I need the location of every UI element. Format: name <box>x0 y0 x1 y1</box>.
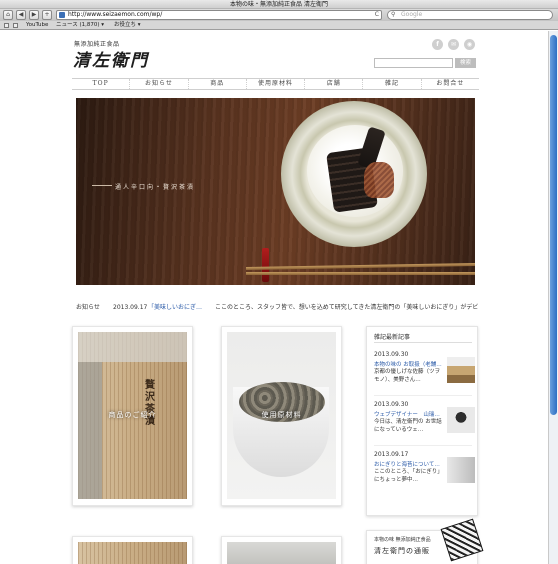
post-excerpt: ここのところ、「おにぎり」にちょっと夢中… <box>374 469 443 483</box>
post-date: 2013.09.30 <box>374 351 409 358</box>
site-search-input[interactable] <box>374 58 453 68</box>
ingredients-card-label: 使用原材料 <box>261 411 302 419</box>
divider <box>374 445 472 446</box>
card-partial-image <box>227 542 336 564</box>
hero-caption-rule <box>92 185 112 186</box>
post-link[interactable]: 本物の味の お取扱（老舗… <box>374 360 442 368</box>
card-partial[interactable] <box>72 536 193 564</box>
bookmarks-book-icon[interactable] <box>4 23 9 28</box>
add-bookmark-button[interactable]: + <box>42 10 52 20</box>
address-url[interactable]: http://www.seizaemon.com/wp/ <box>68 11 162 19</box>
nav-ingredients[interactable]: 使用原材料 <box>247 79 306 89</box>
browser-toolbar: ⌂ ◀ ▶ + http://www.seizaemon.com/wp/ C ⚲… <box>0 9 558 21</box>
products-card-label: 商品のご紹介 <box>108 411 157 419</box>
nav-products[interactable]: 商品 <box>189 79 247 89</box>
reload-button[interactable]: C <box>375 11 379 19</box>
post-thumbnail[interactable] <box>447 457 475 483</box>
hero-caption: 通人辛口向・贅沢茶漬 <box>115 184 196 191</box>
nav-top[interactable]: TOP <box>72 79 131 89</box>
hero-image[interactable]: 通人辛口向・贅沢茶漬 <box>76 98 475 285</box>
post-link[interactable]: おにぎりと海苔について… <box>374 460 442 468</box>
banner-title: 清左衛門の通販 <box>374 547 430 555</box>
bookmark-useful[interactable]: お役立ち ▾ <box>114 21 141 30</box>
post-date: 2013.09.17 <box>374 451 409 458</box>
logo-name: 清左衛門 <box>73 51 149 71</box>
bookmark-news[interactable]: ニュース (1,870) ▾ <box>56 21 104 30</box>
news-date: 2013.09.17 <box>113 304 148 311</box>
news-ticker: お知らせ 2013.09.17 「美味しいおにぎ… ここのところ、スタッフ皆で、… <box>76 303 478 313</box>
ingredients-card[interactable]: 使用原材料 <box>221 326 342 506</box>
chopstick-image <box>246 272 475 275</box>
rss-icon[interactable]: ◉ <box>464 39 475 50</box>
post-entry[interactable]: 2013.09.30 本物の味の お取扱（老舗… 京都の優しげな佐藤（ツヲモノ）… <box>374 351 475 391</box>
post-date: 2013.09.30 <box>374 401 409 408</box>
search-icon: ⚲ <box>391 11 396 18</box>
back-button[interactable]: ◀ <box>16 10 26 20</box>
news-title-link[interactable]: 「美味しいおにぎ… <box>148 303 202 313</box>
nav-blog[interactable]: 雑記 <box>363 79 422 89</box>
product-box-image: 贅沢茶漬 商品のご紹介 <box>78 332 187 499</box>
page-viewport: 無添加純正食品 清左衛門 f ✉ ◉ 検索 TOP お知らせ 商品 使用原材料 … <box>0 31 548 564</box>
nav-news[interactable]: お知らせ <box>130 79 189 89</box>
site-search-button[interactable]: 検索 <box>455 58 476 68</box>
divider <box>374 395 472 396</box>
home-icon[interactable]: ⌂ <box>3 10 13 20</box>
online-shop-banner[interactable]: 本物の味 無添加純正食品 清左衛門の通販 <box>366 518 484 564</box>
news-body: ここのところ、スタッフ皆で、想いを込めて研究してきた清左衛門の「美味しいおにぎり… <box>215 304 478 311</box>
browser-search-field[interactable]: ⚲ Google <box>387 10 553 20</box>
address-bar[interactable]: http://www.seizaemon.com/wp/ C <box>56 10 382 20</box>
vertical-scrollbar[interactable] <box>548 31 558 564</box>
window-title: 本物の味・無添加純正食品 清左衛門 <box>230 1 328 8</box>
post-link[interactable]: ウェブデザイナー 山瑞… <box>374 410 442 418</box>
bookmark-youtube[interactable]: YouTube <box>26 21 48 30</box>
banner-tagline: 本物の味 無添加純正食品 <box>374 537 431 543</box>
scrollbar-thumb[interactable] <box>550 35 557 415</box>
card-partial-image <box>78 542 187 564</box>
nav-contact[interactable]: お問合せ <box>422 79 479 89</box>
news-label: お知らせ <box>76 304 100 311</box>
browser-search-placeholder[interactable]: Google <box>401 11 422 19</box>
post-entry[interactable]: 2013.09.30 ウェブデザイナー 山瑞… 今日は、清左衛門の お世話になっ… <box>374 401 475 441</box>
bookmarks-bar: YouTube ニュース (1,870) ▾ お役立ち ▾ <box>0 21 558 30</box>
favicon-icon <box>59 12 65 18</box>
site-logo[interactable]: 無添加純正食品 清左衛門 <box>70 36 170 71</box>
divider <box>374 342 472 343</box>
mail-icon[interactable]: ✉ <box>448 39 459 50</box>
sidebar-title: 雑記最新記事 <box>374 334 411 341</box>
fish-flakes-image <box>364 162 394 198</box>
window-titlebar: 本物の味・無添加純正食品 清左衛門 <box>0 0 558 9</box>
recent-posts-widget: 雑記最新記事 2013.09.30 本物の味の お取扱（老舗… 京都の優しげな佐… <box>366 326 478 516</box>
card-partial[interactable] <box>221 536 342 564</box>
sugar-image: 使用原材料 <box>227 332 336 499</box>
box-label-text: 贅沢茶漬 <box>145 380 155 427</box>
post-excerpt: 今日は、清左衛門の お世話になっているウェ… <box>374 419 442 433</box>
global-nav: TOP お知らせ 商品 使用原材料 店舗 雑記 お問合せ <box>72 78 479 90</box>
chopstick-image <box>245 262 475 271</box>
facebook-icon[interactable]: f <box>432 39 443 50</box>
post-thumbnail[interactable] <box>447 407 475 433</box>
forward-button[interactable]: ▶ <box>29 10 39 20</box>
chopstick-rest-image <box>262 248 269 282</box>
grid-icon[interactable] <box>13 23 18 28</box>
post-excerpt: 京都の優しげな佐藤（ツヲモノ）、美野さん… <box>374 369 441 383</box>
nav-stores[interactable]: 店舗 <box>305 79 364 89</box>
products-card[interactable]: 贅沢茶漬 商品のご紹介 <box>72 326 193 506</box>
post-thumbnail[interactable] <box>447 357 475 383</box>
post-entry[interactable]: 2013.09.17 おにぎりと海苔について… ここのところ、「おにぎり」にちょ… <box>374 451 475 491</box>
gift-box-image <box>440 518 484 562</box>
